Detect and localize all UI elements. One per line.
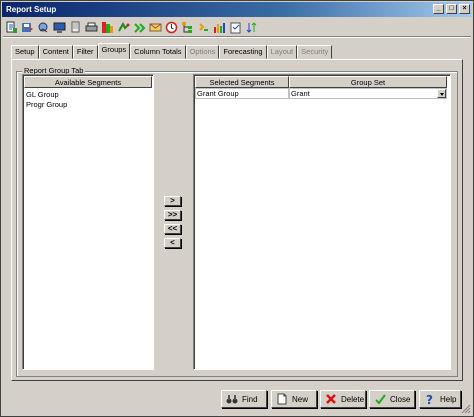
help-button[interactable]: ? Help [419, 390, 461, 408]
find-button[interactable]: Find [221, 390, 267, 408]
maximize-button[interactable]: □ [446, 4, 457, 14]
group-set-header[interactable]: Group Set [289, 76, 447, 88]
help-label: Help [440, 394, 457, 404]
new-button[interactable]: New [271, 390, 317, 408]
help-question-icon: ? [426, 393, 433, 405]
window-controls: _ □ × [433, 4, 470, 14]
new-document-icon [277, 393, 287, 405]
schedule-icon[interactable] [164, 20, 179, 35]
refresh-icon[interactable] [196, 20, 211, 35]
selected-segment-cell[interactable]: Grant Group [195, 88, 289, 99]
chevron-down-icon[interactable] [437, 89, 446, 98]
binoculars-icon [226, 395, 238, 404]
find-label: Find [242, 394, 258, 404]
selected-segments-header[interactable]: Selected Segments [195, 76, 289, 88]
report-setup-window: Report Setup _ □ × Setup Content Filter … [0, 0, 474, 417]
tab-filter[interactable]: Filter [72, 45, 98, 59]
move-right-button[interactable]: > [164, 196, 181, 206]
svg-text:?: ? [426, 393, 433, 405]
new-report-icon[interactable] [4, 20, 19, 35]
tab-options[interactable]: Options [185, 45, 220, 59]
group-set-value: Grant [291, 89, 310, 98]
tree-icon[interactable] [180, 20, 195, 35]
sort-icon[interactable] [244, 20, 259, 35]
save-icon[interactable] [20, 20, 35, 35]
chart-icon[interactable] [212, 20, 227, 35]
list-item[interactable]: Progr Group [26, 100, 67, 109]
move-all-left-button[interactable]: << [164, 224, 181, 234]
tab-content[interactable]: Content [38, 45, 73, 59]
toolbar-divider [3, 36, 471, 38]
tab-layout[interactable]: Layout [266, 45, 298, 59]
tab-strip: Setup Content Filter Groups Column Total… [11, 43, 333, 59]
print-setup-icon[interactable] [84, 20, 99, 35]
tab-column-totals[interactable]: Column Totals [130, 45, 186, 59]
close-door-icon [375, 394, 386, 405]
close-label: Close [390, 394, 411, 404]
print-icon[interactable] [68, 20, 83, 35]
tab-setup[interactable]: Setup [11, 45, 39, 59]
delete-label: Delete [341, 394, 365, 404]
close-button[interactable]: Close [369, 390, 415, 408]
delete-x-icon [326, 394, 336, 404]
delete-button[interactable]: Delete [320, 390, 366, 408]
tab-forecasting[interactable]: Forecasting [219, 45, 267, 59]
move-left-button[interactable]: < [164, 238, 181, 248]
run-icon[interactable] [116, 20, 131, 35]
export-icon[interactable] [100, 20, 115, 35]
import-icon[interactable] [132, 20, 147, 35]
new-label: New [292, 394, 309, 404]
tab-security[interactable]: Security [297, 45, 333, 59]
preview-icon[interactable] [52, 20, 67, 35]
tab-groups[interactable]: Groups [97, 43, 131, 59]
available-segments-header[interactable]: Available Segments [24, 76, 152, 88]
toolbar [4, 18, 259, 36]
email-icon[interactable] [148, 20, 163, 35]
minimize-button[interactable]: _ [433, 4, 444, 14]
available-segments-list[interactable]: Available Segments GL Group Progr Group [22, 74, 154, 370]
close-window-button[interactable]: × [459, 4, 470, 14]
selected-segments-grid[interactable]: Selected Segments Group Set Grant Group … [193, 74, 451, 370]
group-set-select[interactable]: Grant [289, 88, 447, 99]
resize-grip-icon[interactable] [461, 404, 471, 414]
move-all-right-button[interactable]: >> [164, 210, 181, 220]
list-item[interactable]: GL Group [26, 90, 59, 99]
title-bar[interactable]: Report Setup _ □ × [2, 2, 472, 17]
window-title: Report Setup [6, 5, 57, 14]
copy-icon[interactable] [36, 20, 51, 35]
notes-icon[interactable] [228, 20, 243, 35]
